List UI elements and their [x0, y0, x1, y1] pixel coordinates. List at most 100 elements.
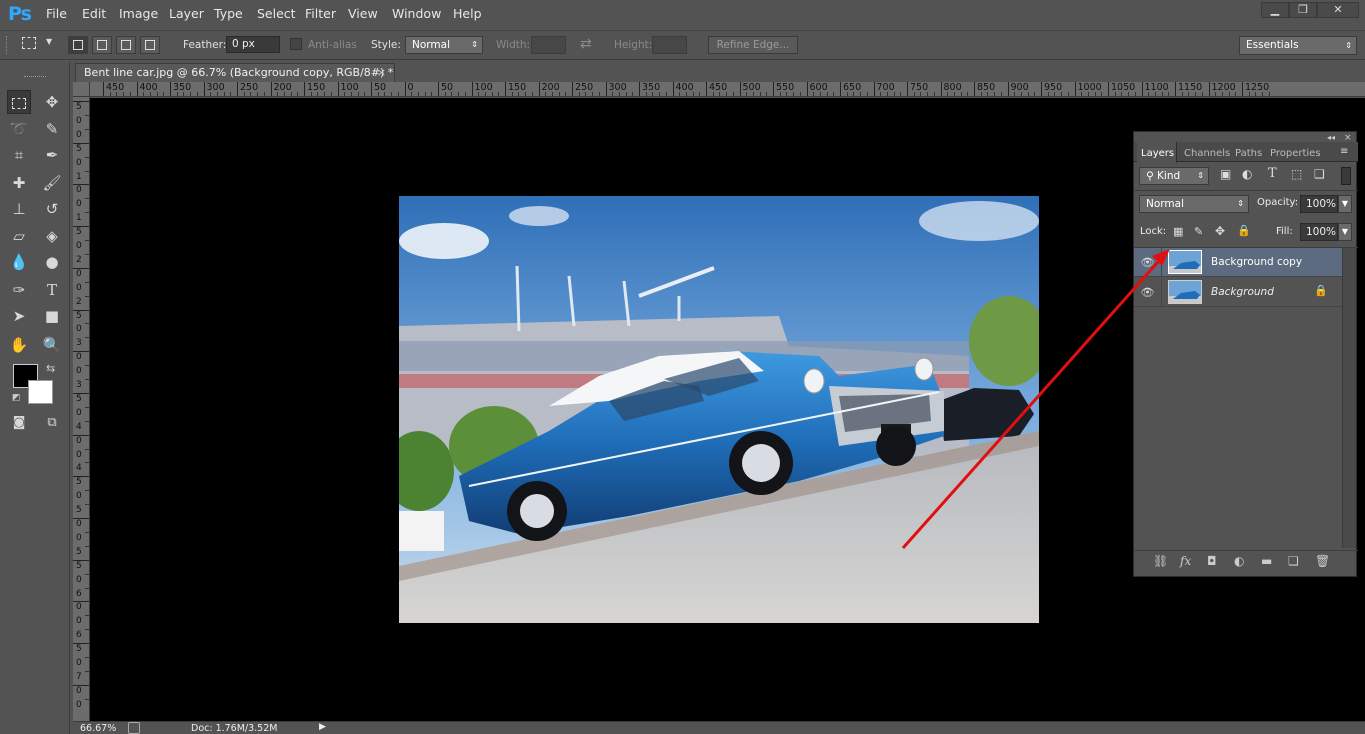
menu-view[interactable]: View: [348, 6, 378, 21]
swap-colors-icon[interactable]: ⇆: [46, 362, 55, 375]
tab-channels[interactable]: Channels: [1184, 148, 1230, 159]
lasso-tool[interactable]: ➰: [7, 117, 31, 141]
tab-properties[interactable]: Properties: [1270, 148, 1321, 159]
status-export-icon[interactable]: [128, 722, 140, 734]
fill-input[interactable]: 100%: [1300, 223, 1338, 241]
ruler-minor-tick: [913, 92, 915, 96]
opacity-slider-button[interactable]: ▼: [1338, 195, 1352, 213]
path-select-tool[interactable]: ➤: [7, 304, 31, 328]
swap-icon[interactable]: ⇄: [580, 36, 592, 52]
adjustment-filter-icon[interactable]: ◐: [1242, 167, 1252, 181]
blur-tool[interactable]: 💧: [7, 250, 31, 274]
fill-slider-button[interactable]: ▼: [1338, 223, 1352, 241]
filter-toggle[interactable]: [1341, 167, 1351, 185]
lock-transparency-icon[interactable]: ▦: [1173, 225, 1183, 238]
menu-layer[interactable]: Layer: [169, 6, 204, 21]
collapse-panel-icon[interactable]: ◂◂: [1327, 133, 1335, 142]
zoom-level[interactable]: 66.67%: [80, 723, 116, 734]
width-input[interactable]: [531, 36, 566, 54]
tab-layers[interactable]: Layers: [1141, 148, 1174, 159]
status-menu-arrow-icon[interactable]: ▶: [319, 722, 326, 732]
layer-row-background-copy[interactable]: 👁 Background copy: [1134, 248, 1342, 277]
healing-brush-tool[interactable]: ✚: [7, 171, 31, 195]
brush-tool[interactable]: 🖌: [40, 171, 64, 195]
eraser-tool[interactable]: ▱: [7, 224, 31, 248]
ruler-label: 5: [76, 393, 82, 404]
menu-select[interactable]: Select: [257, 6, 296, 21]
screen-mode-button[interactable]: ⧉: [40, 411, 64, 435]
menu-edit[interactable]: Edit: [82, 6, 106, 21]
eye-icon[interactable]: 👁: [1134, 248, 1162, 277]
rectangle-tool[interactable]: ■: [40, 304, 64, 328]
menu-image[interactable]: Image: [119, 6, 158, 21]
opacity-input[interactable]: 100%: [1300, 195, 1338, 213]
menu-filter[interactable]: Filter: [305, 6, 336, 21]
tab-paths[interactable]: Paths: [1235, 148, 1262, 159]
ruler-vertical[interactable]: 5 0 0 5 0 1 0 0 1 5 0 2 0 0 2 5 0 3 0 0 3 5 0 4 0 0 4 5 0 5 0 0 5 5 0 6 0 0 6 5…: [73, 97, 90, 721]
layer-name[interactable]: Background copy: [1211, 256, 1302, 268]
pixel-filter-icon[interactable]: ▣: [1220, 167, 1231, 181]
layer-name[interactable]: Background: [1211, 286, 1274, 298]
ruler-horizontal[interactable]: 450 400 350 300 250 200 150 100 50 0 50 100 150 200 25…: [90, 82, 1365, 97]
close-tab-icon[interactable]: ×: [377, 64, 386, 82]
quick-mask-button[interactable]: ◙: [7, 411, 31, 435]
panel-menu-icon[interactable]: ≡: [1340, 146, 1348, 157]
feather-input[interactable]: 0 px: [226, 36, 280, 53]
clone-stamp-tool[interactable]: ⊥: [7, 197, 31, 221]
ruler-tick: [73, 226, 89, 228]
blend-mode-dropdown[interactable]: Normal ⇕: [1139, 195, 1249, 213]
dodge-tool[interactable]: ●: [40, 250, 64, 274]
add-selection-button[interactable]: [92, 36, 112, 54]
paint-bucket-tool[interactable]: ◈: [40, 224, 64, 248]
eyedropper-tool[interactable]: ✒: [40, 143, 64, 167]
ruler-label: 0: [76, 407, 82, 418]
type-tool[interactable]: T: [40, 278, 64, 302]
type-filter-icon[interactable]: T: [1268, 166, 1277, 181]
close-window-button[interactable]: ✕: [1317, 2, 1359, 18]
minimize-button[interactable]: ▁: [1261, 2, 1289, 18]
height-input[interactable]: [652, 36, 687, 54]
new-layer-icon[interactable]: ❏: [1288, 554, 1299, 568]
lock-position-icon[interactable]: ✥: [1215, 224, 1225, 238]
mask-icon[interactable]: ◘: [1207, 554, 1217, 568]
adjustment-icon[interactable]: ◐: [1234, 554, 1244, 568]
hand-tool[interactable]: ✋: [7, 333, 31, 357]
smart-object-filter-icon[interactable]: ❏: [1314, 167, 1325, 181]
trash-icon[interactable]: 🗑: [1315, 554, 1330, 568]
menu-type[interactable]: Type: [214, 6, 243, 21]
menu-window[interactable]: Window: [392, 6, 441, 21]
history-brush-tool[interactable]: ↺: [40, 197, 64, 221]
default-colors-icon[interactable]: ◩: [12, 393, 21, 403]
restore-button[interactable]: ❐: [1289, 2, 1317, 18]
new-selection-button[interactable]: [68, 36, 88, 54]
document-tab[interactable]: Bent line car.jpg @ 66.7% (Background co…: [75, 63, 395, 82]
refine-edge-button[interactable]: Refine Edge...: [708, 36, 798, 54]
layer-row-background[interactable]: 👁 Background 🔒: [1134, 278, 1342, 307]
filter-kind-dropdown[interactable]: ⚲ Kind ⇕: [1139, 167, 1209, 185]
pen-tool[interactable]: ✑: [7, 278, 31, 302]
lock-all-icon[interactable]: 🔒: [1237, 224, 1251, 237]
workspace-dropdown[interactable]: Essentials ⇕: [1239, 36, 1357, 55]
intersect-selection-button[interactable]: [140, 36, 160, 54]
ruler-minor-tick: [819, 92, 821, 96]
layers-scrollbar[interactable]: [1342, 248, 1356, 548]
shape-filter-icon[interactable]: ⬚: [1291, 167, 1302, 181]
style-dropdown[interactable]: Normal ⇕: [405, 36, 483, 54]
antialias-checkbox[interactable]: [290, 38, 302, 50]
crop-tool[interactable]: ⌗: [7, 143, 31, 167]
marquee-preset-picker[interactable]: ▼: [20, 36, 54, 54]
lock-pixels-icon[interactable]: ✎: [1194, 225, 1203, 238]
zoom-tool[interactable]: 🔍: [40, 333, 64, 357]
rect-marquee-tool[interactable]: [7, 90, 31, 114]
move-tool[interactable]: ✥: [40, 90, 64, 114]
menu-file[interactable]: File: [46, 6, 67, 21]
subtract-selection-button[interactable]: [116, 36, 136, 54]
quick-select-tool[interactable]: ✎: [40, 117, 64, 141]
eye-icon[interactable]: 👁: [1134, 278, 1162, 307]
menu-help[interactable]: Help: [453, 6, 482, 21]
group-icon[interactable]: ▬: [1261, 554, 1272, 568]
ruler-origin[interactable]: [73, 82, 90, 97]
link-icon[interactable]: ⛓: [1153, 554, 1168, 568]
background-color[interactable]: [28, 380, 53, 404]
fx-icon[interactable]: fx: [1180, 554, 1191, 568]
